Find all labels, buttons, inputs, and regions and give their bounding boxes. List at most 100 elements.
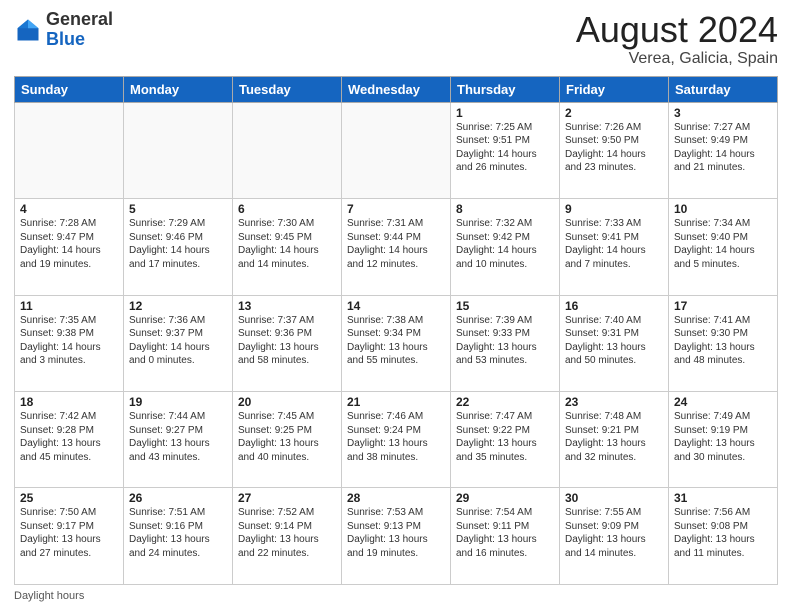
col-wednesday: Wednesday xyxy=(342,76,451,102)
day-info: Sunrise: 7:44 AM Sunset: 9:27 PM Dayligh… xyxy=(129,410,227,464)
day-number: 21 xyxy=(347,395,445,409)
day-info: Sunrise: 7:48 AM Sunset: 9:21 PM Dayligh… xyxy=(565,410,663,464)
calendar-cell xyxy=(124,102,233,198)
day-info: Sunrise: 7:41 AM Sunset: 9:30 PM Dayligh… xyxy=(674,314,772,368)
day-info: Sunrise: 7:35 AM Sunset: 9:38 PM Dayligh… xyxy=(20,314,118,368)
day-number: 14 xyxy=(347,299,445,313)
calendar-cell: 21Sunrise: 7:46 AM Sunset: 9:24 PM Dayli… xyxy=(342,392,451,488)
day-number: 4 xyxy=(20,202,118,216)
day-number: 7 xyxy=(347,202,445,216)
calendar-week-4: 25Sunrise: 7:50 AM Sunset: 9:17 PM Dayli… xyxy=(15,488,778,585)
day-number: 3 xyxy=(674,106,772,120)
footer: Daylight hours xyxy=(14,590,778,602)
calendar-cell: 29Sunrise: 7:54 AM Sunset: 9:11 PM Dayli… xyxy=(451,488,560,585)
day-info: Sunrise: 7:40 AM Sunset: 9:31 PM Dayligh… xyxy=(565,314,663,368)
calendar-cell: 20Sunrise: 7:45 AM Sunset: 9:25 PM Dayli… xyxy=(233,392,342,488)
col-friday: Friday xyxy=(560,76,669,102)
calendar-week-1: 4Sunrise: 7:28 AM Sunset: 9:47 PM Daylig… xyxy=(15,199,778,295)
calendar-cell: 4Sunrise: 7:28 AM Sunset: 9:47 PM Daylig… xyxy=(15,199,124,295)
calendar-cell: 27Sunrise: 7:52 AM Sunset: 9:14 PM Dayli… xyxy=(233,488,342,585)
logo: General Blue xyxy=(14,10,113,50)
day-info: Sunrise: 7:47 AM Sunset: 9:22 PM Dayligh… xyxy=(456,410,554,464)
calendar-cell: 12Sunrise: 7:36 AM Sunset: 9:37 PM Dayli… xyxy=(124,295,233,391)
calendar-cell: 26Sunrise: 7:51 AM Sunset: 9:16 PM Dayli… xyxy=(124,488,233,585)
calendar-cell xyxy=(342,102,451,198)
calendar-cell: 3Sunrise: 7:27 AM Sunset: 9:49 PM Daylig… xyxy=(669,102,778,198)
calendar-cell: 23Sunrise: 7:48 AM Sunset: 9:21 PM Dayli… xyxy=(560,392,669,488)
calendar-cell: 6Sunrise: 7:30 AM Sunset: 9:45 PM Daylig… xyxy=(233,199,342,295)
day-info: Sunrise: 7:56 AM Sunset: 9:08 PM Dayligh… xyxy=(674,506,772,560)
day-number: 16 xyxy=(565,299,663,313)
calendar-cell: 31Sunrise: 7:56 AM Sunset: 9:08 PM Dayli… xyxy=(669,488,778,585)
day-info: Sunrise: 7:37 AM Sunset: 9:36 PM Dayligh… xyxy=(238,314,336,368)
calendar-cell: 22Sunrise: 7:47 AM Sunset: 9:22 PM Dayli… xyxy=(451,392,560,488)
calendar-cell xyxy=(233,102,342,198)
calendar-cell: 19Sunrise: 7:44 AM Sunset: 9:27 PM Dayli… xyxy=(124,392,233,488)
col-monday: Monday xyxy=(124,76,233,102)
day-info: Sunrise: 7:54 AM Sunset: 9:11 PM Dayligh… xyxy=(456,506,554,560)
calendar-cell: 1Sunrise: 7:25 AM Sunset: 9:51 PM Daylig… xyxy=(451,102,560,198)
day-info: Sunrise: 7:38 AM Sunset: 9:34 PM Dayligh… xyxy=(347,314,445,368)
day-info: Sunrise: 7:31 AM Sunset: 9:44 PM Dayligh… xyxy=(347,217,445,271)
calendar-cell: 11Sunrise: 7:35 AM Sunset: 9:38 PM Dayli… xyxy=(15,295,124,391)
day-info: Sunrise: 7:27 AM Sunset: 9:49 PM Dayligh… xyxy=(674,121,772,175)
calendar-cell: 9Sunrise: 7:33 AM Sunset: 9:41 PM Daylig… xyxy=(560,199,669,295)
calendar-cell: 17Sunrise: 7:41 AM Sunset: 9:30 PM Dayli… xyxy=(669,295,778,391)
day-number: 23 xyxy=(565,395,663,409)
day-number: 6 xyxy=(238,202,336,216)
calendar-cell: 8Sunrise: 7:32 AM Sunset: 9:42 PM Daylig… xyxy=(451,199,560,295)
logo-icon xyxy=(14,16,42,44)
day-info: Sunrise: 7:36 AM Sunset: 9:37 PM Dayligh… xyxy=(129,314,227,368)
day-info: Sunrise: 7:39 AM Sunset: 9:33 PM Dayligh… xyxy=(456,314,554,368)
day-number: 26 xyxy=(129,491,227,505)
day-number: 29 xyxy=(456,491,554,505)
col-saturday: Saturday xyxy=(669,76,778,102)
day-number: 11 xyxy=(20,299,118,313)
calendar-cell: 18Sunrise: 7:42 AM Sunset: 9:28 PM Dayli… xyxy=(15,392,124,488)
calendar-cell: 5Sunrise: 7:29 AM Sunset: 9:46 PM Daylig… xyxy=(124,199,233,295)
calendar-cell: 14Sunrise: 7:38 AM Sunset: 9:34 PM Dayli… xyxy=(342,295,451,391)
calendar-cell: 2Sunrise: 7:26 AM Sunset: 9:50 PM Daylig… xyxy=(560,102,669,198)
header: General Blue August 2024 Verea, Galicia,… xyxy=(14,10,778,68)
day-number: 22 xyxy=(456,395,554,409)
day-info: Sunrise: 7:49 AM Sunset: 9:19 PM Dayligh… xyxy=(674,410,772,464)
day-number: 24 xyxy=(674,395,772,409)
calendar-cell xyxy=(15,102,124,198)
day-info: Sunrise: 7:32 AM Sunset: 9:42 PM Dayligh… xyxy=(456,217,554,271)
day-info: Sunrise: 7:51 AM Sunset: 9:16 PM Dayligh… xyxy=(129,506,227,560)
header-row: Sunday Monday Tuesday Wednesday Thursday… xyxy=(15,76,778,102)
logo-general-text: General xyxy=(46,9,113,29)
calendar-cell: 16Sunrise: 7:40 AM Sunset: 9:31 PM Dayli… xyxy=(560,295,669,391)
calendar-cell: 13Sunrise: 7:37 AM Sunset: 9:36 PM Dayli… xyxy=(233,295,342,391)
calendar-table: Sunday Monday Tuesday Wednesday Thursday… xyxy=(14,76,778,585)
calendar-week-3: 18Sunrise: 7:42 AM Sunset: 9:28 PM Dayli… xyxy=(15,392,778,488)
day-info: Sunrise: 7:30 AM Sunset: 9:45 PM Dayligh… xyxy=(238,217,336,271)
location-title: Verea, Galicia, Spain xyxy=(576,50,778,68)
calendar-cell: 7Sunrise: 7:31 AM Sunset: 9:44 PM Daylig… xyxy=(342,199,451,295)
calendar-cell: 25Sunrise: 7:50 AM Sunset: 9:17 PM Dayli… xyxy=(15,488,124,585)
col-sunday: Sunday xyxy=(15,76,124,102)
day-number: 5 xyxy=(129,202,227,216)
calendar-cell: 30Sunrise: 7:55 AM Sunset: 9:09 PM Dayli… xyxy=(560,488,669,585)
day-number: 2 xyxy=(565,106,663,120)
day-info: Sunrise: 7:50 AM Sunset: 9:17 PM Dayligh… xyxy=(20,506,118,560)
day-number: 15 xyxy=(456,299,554,313)
logo-blue-text: Blue xyxy=(46,29,85,49)
logo-text: General Blue xyxy=(46,10,113,50)
day-number: 25 xyxy=(20,491,118,505)
col-thursday: Thursday xyxy=(451,76,560,102)
calendar-week-0: 1Sunrise: 7:25 AM Sunset: 9:51 PM Daylig… xyxy=(15,102,778,198)
day-info: Sunrise: 7:52 AM Sunset: 9:14 PM Dayligh… xyxy=(238,506,336,560)
day-info: Sunrise: 7:53 AM Sunset: 9:13 PM Dayligh… xyxy=(347,506,445,560)
day-number: 27 xyxy=(238,491,336,505)
day-info: Sunrise: 7:55 AM Sunset: 9:09 PM Dayligh… xyxy=(565,506,663,560)
day-info: Sunrise: 7:29 AM Sunset: 9:46 PM Dayligh… xyxy=(129,217,227,271)
day-info: Sunrise: 7:28 AM Sunset: 9:47 PM Dayligh… xyxy=(20,217,118,271)
day-number: 17 xyxy=(674,299,772,313)
day-info: Sunrise: 7:33 AM Sunset: 9:41 PM Dayligh… xyxy=(565,217,663,271)
day-number: 12 xyxy=(129,299,227,313)
day-number: 28 xyxy=(347,491,445,505)
day-number: 18 xyxy=(20,395,118,409)
calendar-cell: 28Sunrise: 7:53 AM Sunset: 9:13 PM Dayli… xyxy=(342,488,451,585)
day-number: 8 xyxy=(456,202,554,216)
